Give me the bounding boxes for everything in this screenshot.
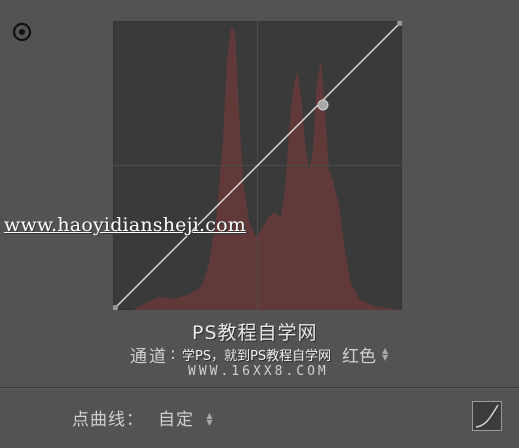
tone-curve-graph[interactable] bbox=[112, 20, 403, 311]
curve-control-point bbox=[317, 99, 329, 111]
curve-mode-button[interactable] bbox=[472, 401, 502, 431]
point-curve-value: 自定 bbox=[158, 409, 194, 430]
channel-selected-value: 红色 bbox=[342, 346, 376, 367]
channel-row: 通道 : bbox=[130, 341, 176, 367]
updown-arrows-icon: ▲ ▼ bbox=[206, 410, 214, 427]
divider-highlight bbox=[0, 388, 519, 389]
watermark-subtitle: 学PS，就到PS教程自学网 bbox=[182, 349, 332, 364]
watermark-url: www.haoyidiansheji.com bbox=[4, 214, 246, 236]
target-adjustment-icon[interactable] bbox=[12, 22, 32, 42]
channel-label: 通道 bbox=[130, 346, 168, 367]
curve-icon bbox=[475, 404, 499, 428]
point-curve-label: 点曲线： bbox=[72, 409, 144, 430]
watermark-title: PS教程自学网 bbox=[192, 322, 318, 344]
point-curve-select[interactable]: 自定 ▲ ▼ bbox=[158, 405, 214, 430]
point-curve-row: 点曲线： 自定 ▲ ▼ bbox=[72, 404, 214, 430]
updown-arrows-icon: ▲ ▼ bbox=[382, 346, 389, 362]
watermark-site: WWW.16XX8.COM bbox=[188, 364, 329, 379]
channel-value-fragment: : bbox=[170, 344, 176, 364]
channel-select[interactable]: 红色 ▲ ▼ bbox=[342, 341, 388, 367]
